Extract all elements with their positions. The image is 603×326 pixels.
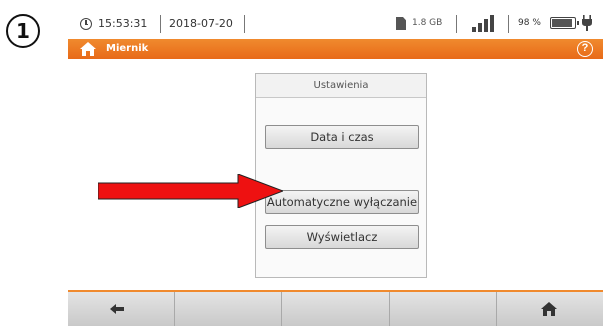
display-button[interactable]: Wyświetlacz (265, 225, 419, 249)
status-storage: 1.8 GB (412, 18, 443, 28)
status-divider (456, 15, 457, 33)
battery-icon (550, 17, 579, 29)
status-divider (160, 15, 161, 33)
toolbar-back-button[interactable] (68, 292, 176, 326)
bottom-toolbar (68, 290, 603, 326)
status-divider (508, 15, 509, 33)
step-number: 1 (16, 19, 30, 43)
plug-icon (582, 15, 592, 31)
clock-icon (80, 18, 92, 30)
settings-panel-header: Ustawienia (256, 74, 426, 98)
date-time-button[interactable]: Data i czas (265, 125, 419, 149)
toolbar-slot[interactable] (175, 292, 283, 326)
annotation-arrow (98, 174, 283, 208)
auto-power-off-button[interactable]: Automatyczne wyłączanie (265, 190, 419, 214)
status-bar: 15:53:31 2018-07-20 1.8 GB 98 % (68, 12, 603, 36)
page-title: Miernik (106, 43, 149, 54)
toolbar-slot[interactable] (282, 292, 390, 326)
status-battery-percent: 98 % (518, 18, 541, 28)
home-icon[interactable] (80, 42, 96, 56)
signal-strength-icon (472, 14, 498, 32)
status-date: 2018-07-20 (169, 17, 233, 30)
title-bar: Miernik ? (68, 39, 603, 59)
step-number-circle: 1 (6, 14, 40, 48)
home-icon (540, 302, 557, 316)
back-arrow-icon (110, 304, 124, 314)
device-screen: 15:53:31 2018-07-20 1.8 GB 98 % Miernik … (68, 0, 603, 326)
status-divider (244, 15, 245, 33)
toolbar-slot[interactable] (390, 292, 497, 326)
toolbar-home-button[interactable] (497, 292, 603, 326)
help-icon[interactable]: ? (577, 41, 593, 57)
sd-card-icon (396, 17, 406, 30)
status-time: 15:53:31 (98, 17, 148, 30)
